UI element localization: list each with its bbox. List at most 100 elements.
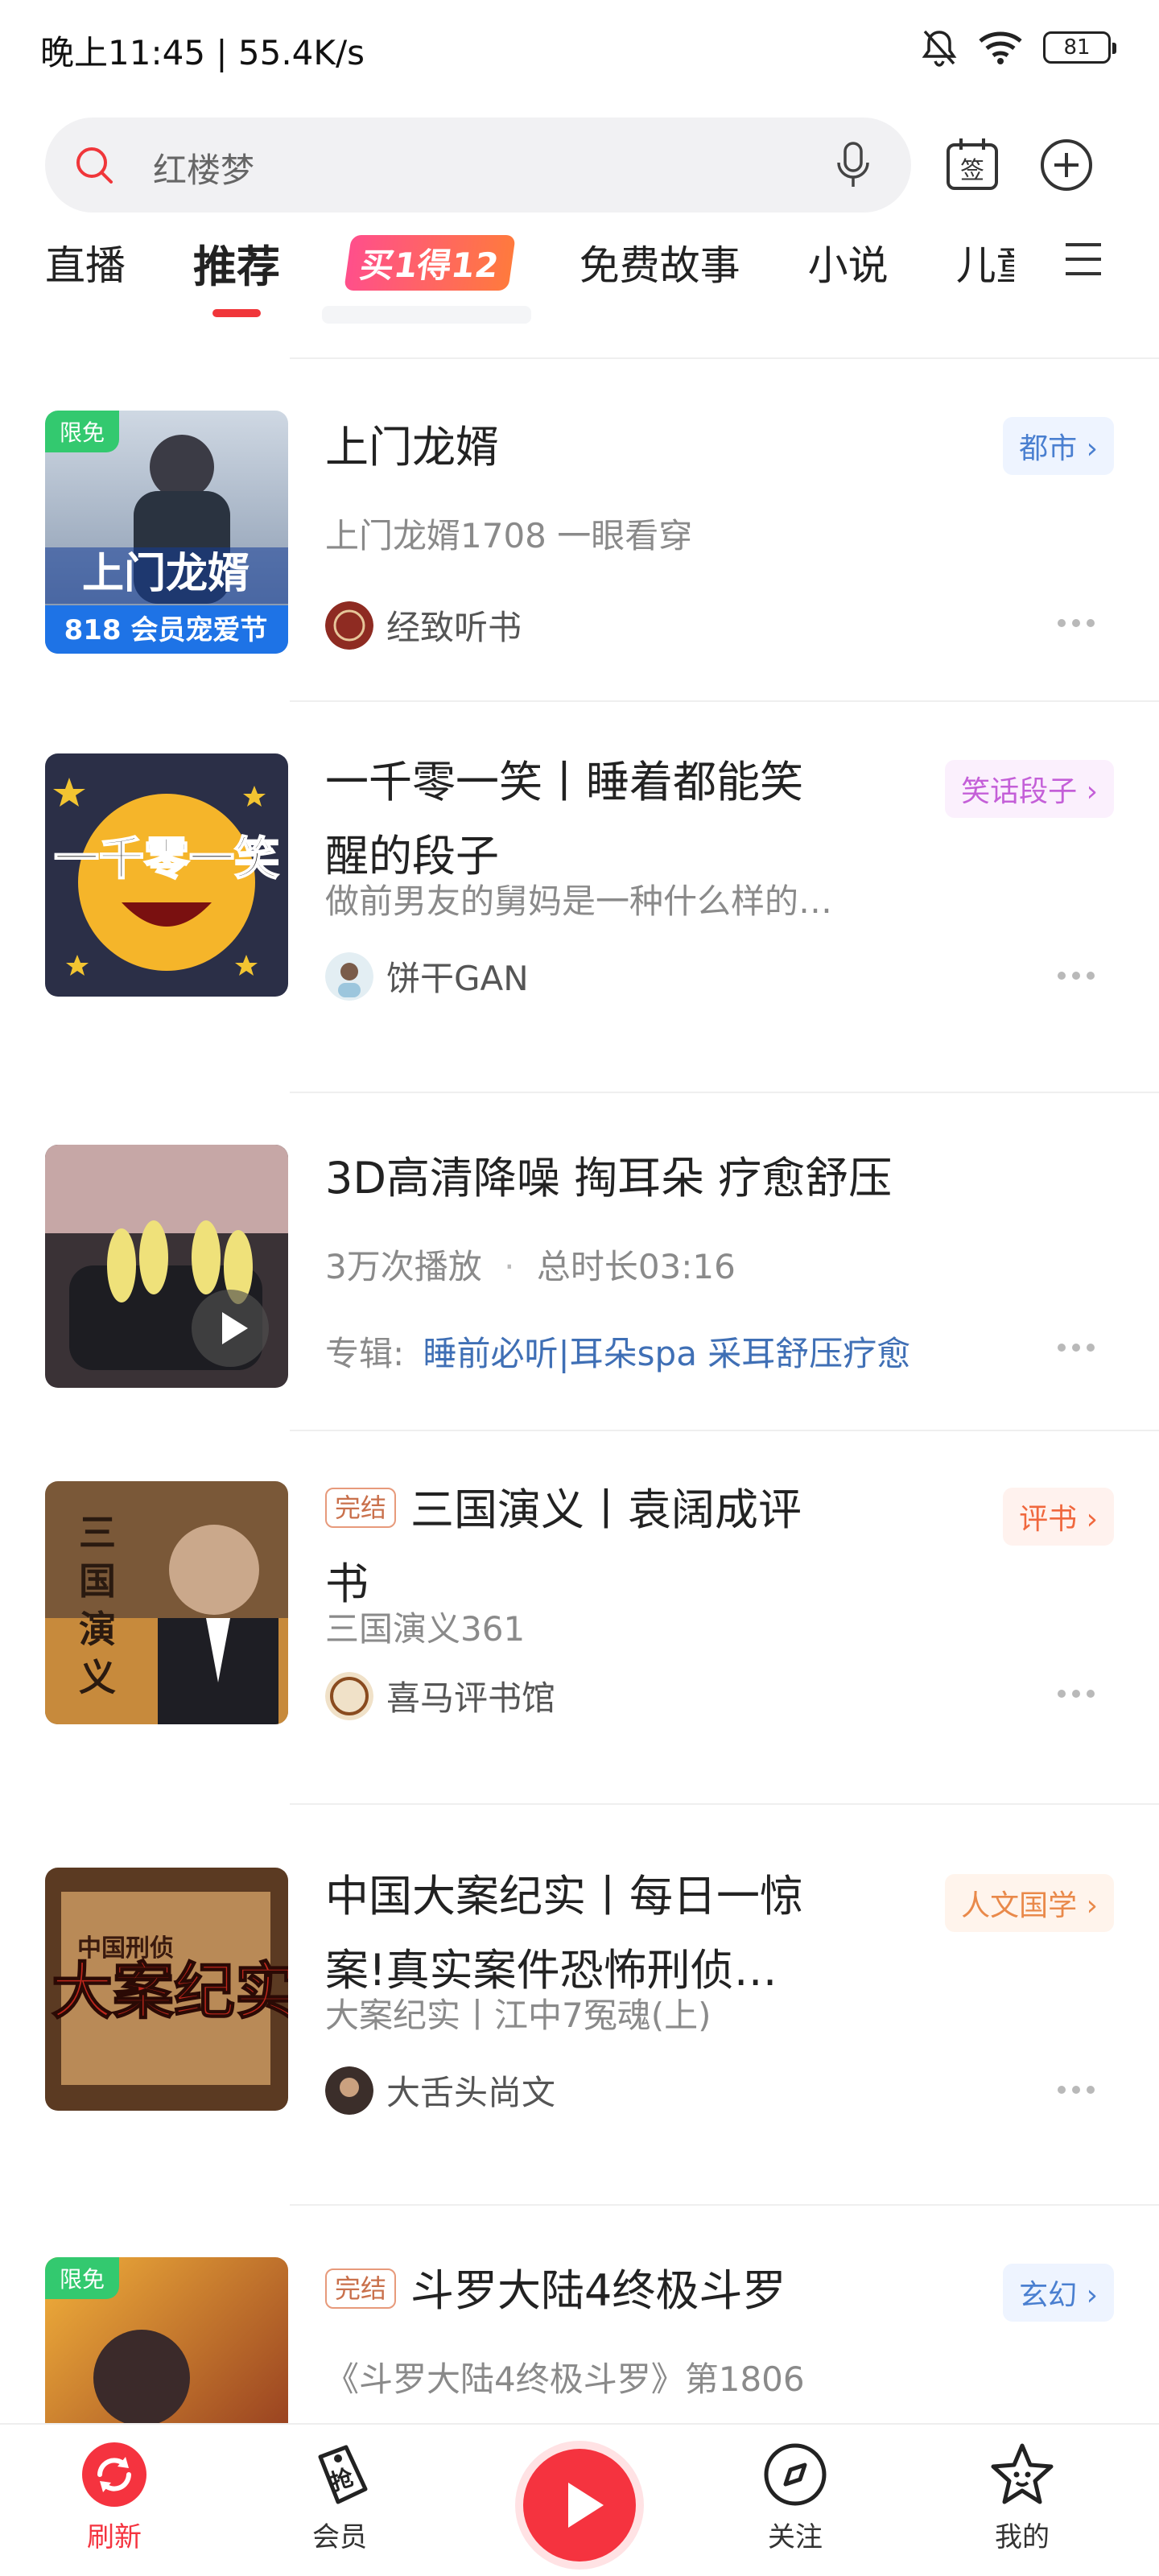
- cover-image: 一千零一笑: [45, 753, 288, 997]
- album-label: 专辑:: [325, 1334, 405, 1373]
- compass-icon: [764, 2443, 827, 2506]
- previous-item-fragment: [322, 306, 531, 324]
- author-name: 大舌头尚文: [386, 2073, 556, 2112]
- svg-text:演: 演: [79, 1608, 116, 1651]
- list-item[interactable]: 一千零一笑 一千零一笑丨睡着都能笑 醒的段子 做前男友的舅妈是一种什么样的… 饼…: [0, 753, 1159, 1011]
- nav-follow[interactable]: 关注: [715, 2441, 876, 2554]
- category-tag[interactable]: 都市 ›: [1003, 417, 1114, 475]
- cover-title-text: 三: [79, 1511, 116, 1554]
- completed-badge: 完结: [325, 2268, 397, 2310]
- search-input[interactable]: 红楼梦: [45, 118, 911, 213]
- tab-novel[interactable]: 小说: [808, 233, 889, 291]
- item-title[interactable]: 一千零一笑丨睡着都能笑 醒的段子: [325, 745, 803, 894]
- item-author[interactable]: 饼干GAN: [325, 952, 529, 1001]
- list-item[interactable]: 上门龙婿 818 会员宠爱节 限免 上门龙婿 上门龙婿1708 一眼看穿 经致听…: [0, 411, 1159, 654]
- item-subtitle: 三国演义361: [325, 1609, 526, 1649]
- nav-vip-label: 会员: [312, 2521, 367, 2553]
- tab-live[interactable]: 直播: [45, 233, 126, 291]
- list-item[interactable]: 中国刑侦 大案纪实 中国大案纪实丨每日一惊 案!真实案件恐怖刑侦… 大案纪实丨江…: [0, 1868, 1159, 2125]
- divider: [290, 357, 1159, 359]
- duration: 总时长03:16: [536, 1247, 736, 1286]
- play-video-button[interactable]: [192, 1290, 269, 1367]
- author-name: 饼干GAN: [386, 959, 529, 998]
- play-icon: [568, 2483, 604, 2528]
- feed-list: 上门龙婿 818 会员宠爱节 限免 上门龙婿 上门龙婿1708 一眼看穿 经致听…: [0, 306, 1159, 2423]
- refresh-icon: [82, 2442, 146, 2507]
- sign-in-calendar-icon[interactable]: 签: [943, 135, 1001, 193]
- free-badge: 限免: [45, 411, 120, 452]
- cover-title-text: 上门龙婿: [82, 550, 250, 598]
- item-title-text: 斗罗大陆4终极斗罗: [410, 2265, 786, 2316]
- nav-vip[interactable]: 抢 会员: [259, 2441, 420, 2554]
- divider: [290, 1803, 1159, 1805]
- item-subtitle: 做前男友的舅妈是一种什么样的…: [325, 881, 833, 921]
- search-placeholder: 红楼梦: [153, 151, 255, 190]
- cover-image: [45, 1145, 288, 1388]
- category-tag-label: 笑话段子: [961, 775, 1078, 808]
- play-button[interactable]: [523, 2449, 636, 2562]
- category-tag[interactable]: 评书 ›: [1003, 1488, 1114, 1546]
- tab-promo-buy1get12[interactable]: 买1得12: [344, 234, 516, 291]
- wifi-icon: [979, 31, 1022, 64]
- more-options-button[interactable]: [1058, 1686, 1103, 1698]
- category-tag-label: 人文国学: [961, 1889, 1078, 1922]
- status-time-speed: 晚上11:45 | 55.4K/s: [40, 33, 365, 72]
- item-subtitle: 大案纪实丨江中7冤魂(上): [325, 1996, 711, 2035]
- category-tabs: 直播 推荐 买1得12 免费故事 小说 儿童: [45, 224, 1107, 317]
- battery-indicator: 81: [1043, 31, 1116, 64]
- free-badge: 限免: [45, 2257, 120, 2299]
- search-icon: [76, 147, 113, 184]
- item-title-line1: 中国大案纪实丨每日一惊: [325, 1871, 803, 1922]
- album-name[interactable]: 睡前必听|耳朵spa 采耳舒压疗愈: [423, 1334, 911, 1373]
- category-tag[interactable]: 玄幻 ›: [1003, 2264, 1114, 2322]
- album-line[interactable]: 专辑: 睡前必听|耳朵spa 采耳舒压疗愈: [325, 1327, 910, 1376]
- microphone-icon[interactable]: [832, 140, 874, 190]
- item-title[interactable]: 完结 斗罗大陆4终极斗罗: [325, 2254, 786, 2328]
- nav-me-label: 我的: [995, 2521, 1050, 2553]
- category-tag-label: 玄幻: [1019, 2279, 1078, 2312]
- category-tag-label: 评书: [1019, 1503, 1078, 1536]
- menu-icon[interactable]: [1061, 237, 1106, 282]
- item-title[interactable]: 完结 三国演义丨袁阔成评 书: [325, 1473, 802, 1621]
- cover-image: 限免: [45, 2257, 288, 2423]
- tab-recommend[interactable]: 推荐: [193, 231, 280, 317]
- more-options-button[interactable]: [1058, 1340, 1103, 1352]
- item-author[interactable]: 经致听书: [325, 601, 522, 650]
- nav-follow-label: 关注: [768, 2521, 823, 2553]
- status-icons: 81: [921, 27, 1116, 68]
- nav-refresh-label: 刷新: [87, 2521, 142, 2553]
- more-options-button[interactable]: [1058, 615, 1103, 627]
- list-item[interactable]: 限免 完结 斗罗大陆4终极斗罗 《斗罗大陆4终极斗罗》第1806 玄幻 ›: [0, 2257, 1159, 2423]
- list-item[interactable]: 三 国 演 义 完结 三国演义丨袁阔成评 书 三国演义361 喜马评书馆 评书 ›: [0, 1481, 1159, 1739]
- item-title[interactable]: 3D高清降噪 掏耳朵 疗愈舒压: [325, 1141, 892, 1216]
- item-author[interactable]: 大舌头尚文: [325, 2066, 555, 2115]
- author-avatar: [325, 601, 373, 650]
- item-title[interactable]: 中国大案纪实丨每日一惊 案!真实案件恐怖刑侦…: [325, 1860, 803, 2008]
- author-avatar: [325, 952, 373, 1001]
- list-item[interactable]: 3D高清降噪 掏耳朵 疗愈舒压 3万次播放 · 总时长03:16 专辑: 睡前必…: [0, 1145, 1159, 1394]
- nav-refresh[interactable]: 刷新: [34, 2441, 195, 2554]
- divider: [290, 1092, 1159, 1093]
- tab-free-stories[interactable]: 免费故事: [580, 233, 740, 291]
- item-author[interactable]: 喜马评书馆: [325, 1671, 555, 1720]
- category-tag[interactable]: 人文国学 ›: [945, 1874, 1114, 1932]
- cover-image: 中国刑侦 大案纪实: [45, 1868, 288, 2111]
- svg-text:国: 国: [79, 1559, 116, 1603]
- nav-me[interactable]: 我的: [942, 2441, 1103, 2554]
- cover-image: 三 国 演 义: [45, 1481, 288, 1724]
- divider: [290, 1430, 1159, 1431]
- author-name: 经致听书: [386, 608, 522, 647]
- more-options-button[interactable]: [1058, 2082, 1103, 2094]
- item-meta: 3万次播放 · 总时长03:16: [325, 1240, 736, 1289]
- item-title[interactable]: 上门龙婿: [325, 411, 499, 485]
- cover-title-text: 一千零一笑: [54, 833, 279, 886]
- item-title-line1: 三国演义丨袁阔成评: [410, 1484, 802, 1535]
- mute-bell-icon: [922, 30, 957, 67]
- add-icon[interactable]: [1038, 137, 1095, 193]
- vip-tag-icon: 抢: [318, 2445, 368, 2504]
- search-row: 红楼梦 签: [45, 118, 1116, 214]
- more-options-button[interactable]: [1058, 968, 1103, 980]
- category-tag[interactable]: 笑话段子 ›: [945, 760, 1114, 818]
- status-bar: 晚上11:45 | 55.4K/s 81: [0, 0, 1159, 105]
- item-subtitle: 上门龙婿1708 一眼看穿: [325, 516, 693, 555]
